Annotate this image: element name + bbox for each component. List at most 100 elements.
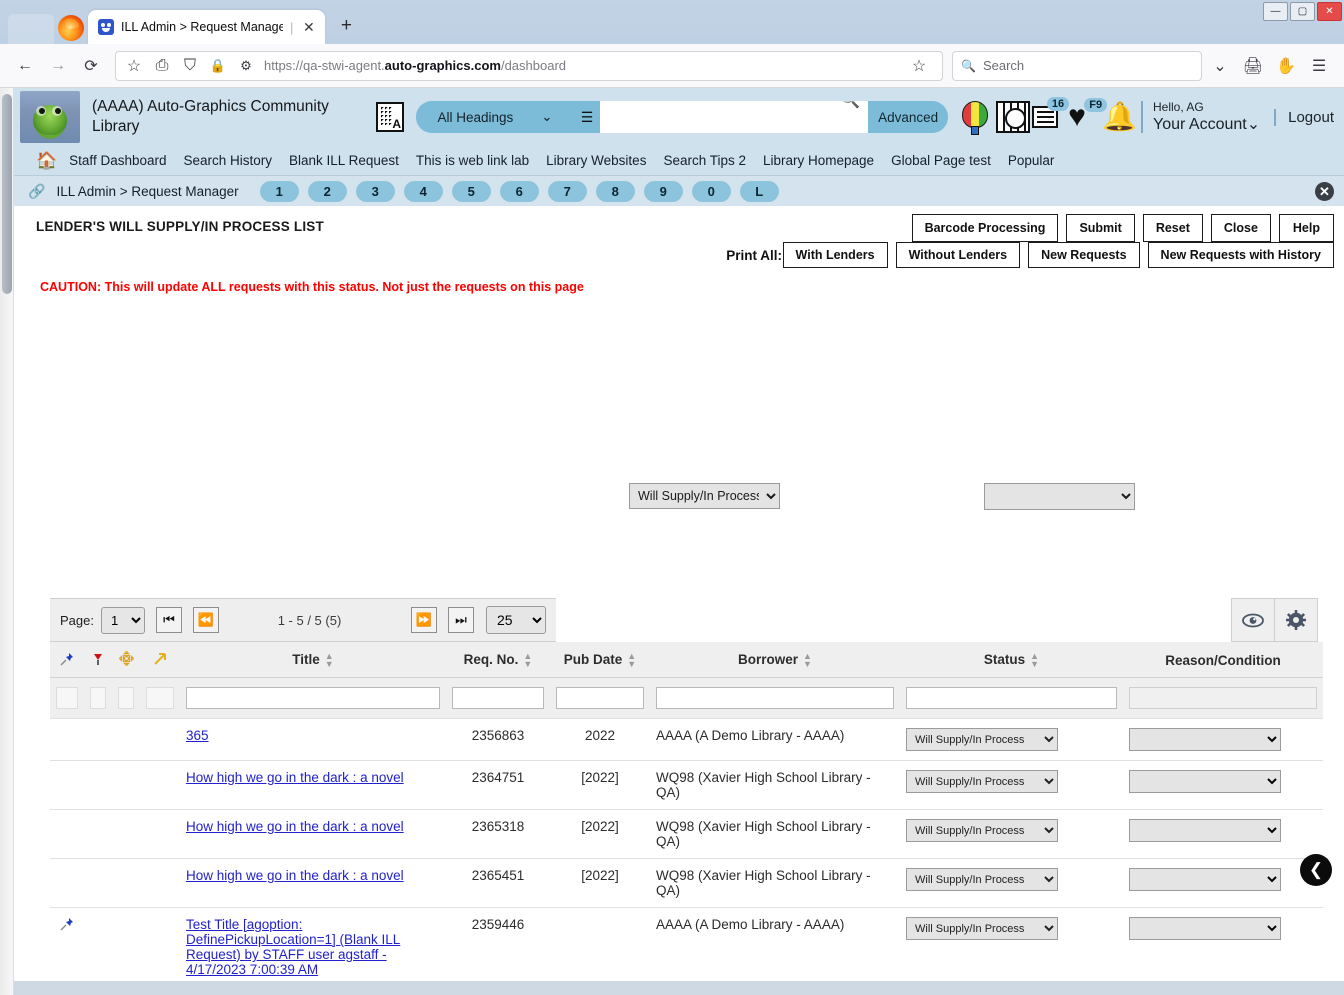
nav-item-web-link-lab[interactable]: This is web link lab	[416, 153, 529, 168]
row-pin-cell[interactable]	[50, 907, 84, 987]
column-header-status[interactable]: Status ▲ ▼	[900, 642, 1123, 678]
title-link[interactable]: Test Title [agoption: DefinePickupLocati…	[186, 917, 400, 977]
row-pin-cell[interactable]	[50, 760, 84, 810]
row-status-select[interactable]: Will Supply/In Process	[906, 770, 1058, 793]
row-reason-select[interactable]	[1129, 770, 1281, 793]
row-arrow-cell[interactable]	[140, 907, 180, 987]
quickkey-pill-6[interactable]: 6	[499, 180, 539, 202]
quickkey-pill-4[interactable]: 4	[403, 180, 443, 202]
window-maximize-button[interactable]: ▢	[1290, 2, 1315, 21]
last-page-icon[interactable]: ⏭	[448, 607, 474, 633]
title-link[interactable]: How high we go in the dark : a novel	[186, 819, 404, 834]
collapse-panel-icon[interactable]: ❮	[1300, 854, 1332, 886]
nav-item-staff-dashboard[interactable]: Staff Dashboard	[69, 153, 166, 168]
notifications-bell-icon[interactable]: 🔔	[1102, 103, 1137, 131]
tab-close-icon[interactable]: ✕	[300, 19, 317, 36]
row-status-select[interactable]: Will Supply/In Process	[906, 728, 1058, 751]
page-vertical-scrollbar[interactable]	[0, 88, 14, 995]
row-move-cell[interactable]	[112, 809, 140, 859]
downloads-icon[interactable]: ⌄	[1205, 51, 1235, 81]
table-row[interactable]: How high we go in the dark : a novel 236…	[50, 760, 1323, 810]
browser-menu-icon[interactable]: ☰	[1304, 51, 1334, 81]
row-flag-cell[interactable]	[84, 809, 112, 859]
row-flag-cell[interactable]	[84, 760, 112, 810]
reload-icon[interactable]: ⟳	[76, 51, 106, 81]
reset-button[interactable]: Reset	[1142, 214, 1203, 242]
title-link[interactable]: How high we go in the dark : a novel	[186, 770, 404, 785]
row-flag-cell[interactable]	[84, 858, 112, 908]
filter-input-title[interactable]	[186, 687, 440, 709]
column-header-title[interactable]: Title ▲ ▼	[180, 642, 446, 678]
row-reason-select[interactable]	[1129, 819, 1281, 842]
page-select-top[interactable]: 1	[100, 606, 145, 634]
nav-item-global-page-test[interactable]: Global Page test	[891, 153, 991, 168]
address-star-icon[interactable]: ☆	[904, 51, 934, 81]
row-reason-select[interactable]	[1129, 728, 1281, 751]
lock-icon[interactable]: 🔒	[208, 51, 228, 81]
close-button[interactable]: Close	[1210, 214, 1271, 242]
row-arrow-cell[interactable]	[140, 718, 180, 761]
row-pin-cell[interactable]	[50, 858, 84, 908]
column-header-req-no[interactable]: Req. No. ▲ ▼	[446, 642, 550, 678]
window-minimize-button[interactable]: —	[1263, 2, 1288, 21]
table-row[interactable]: How high we go in the dark : a novel 236…	[50, 858, 1323, 908]
nav-item-library-websites[interactable]: Library Websites	[546, 153, 646, 168]
quickkey-pill-0[interactable]: 0	[691, 180, 731, 202]
my-lists-icon[interactable]: 16	[1030, 97, 1070, 134]
quickkey-pill-7[interactable]: 7	[547, 180, 587, 202]
filter-input-req-no[interactable]	[452, 687, 544, 709]
extension-icon[interactable]: ✋	[1271, 51, 1301, 81]
previous-page-icon[interactable]: ⏪	[192, 607, 219, 633]
quickkey-pill-2[interactable]: 2	[307, 180, 347, 202]
gear-icon[interactable]	[1274, 598, 1318, 642]
row-pin-cell[interactable]	[50, 809, 84, 859]
print-with-lenders-button[interactable]: With Lenders	[782, 242, 888, 268]
row-flag-cell[interactable]	[84, 907, 112, 987]
orange-move-icon[interactable]	[112, 642, 140, 678]
row-move-cell[interactable]	[112, 760, 140, 810]
bookmark-star-icon[interactable]: ☆	[124, 51, 144, 81]
barcode-processing-button[interactable]: Barcode Processing	[911, 214, 1059, 242]
quickkey-pill-3[interactable]: 3	[355, 180, 395, 202]
archive-search-icon[interactable]	[996, 101, 1031, 133]
back-icon[interactable]: ←	[10, 51, 40, 81]
column-header-reason-condition[interactable]: Reason/Condition	[1123, 642, 1323, 678]
row-move-cell[interactable]	[112, 907, 140, 987]
heading-select[interactable]: All Headings ⌄	[416, 101, 574, 133]
close-icon[interactable]: ✕	[1315, 182, 1334, 201]
database-icon[interactable]: ☰	[574, 101, 600, 133]
row-arrow-cell[interactable]	[140, 858, 180, 908]
row-reason-select[interactable]	[1129, 917, 1281, 940]
table-row[interactable]: Test Title [agoption: DefinePickupLocati…	[50, 907, 1323, 987]
favorites-heart-icon[interactable]: F9	[1068, 98, 1108, 134]
quickkey-pill-l[interactable]: L	[739, 180, 779, 202]
nav-item-search-tips-2[interactable]: Search Tips 2	[663, 153, 746, 168]
print-icon[interactable]: 🖨	[1238, 51, 1268, 81]
browser-search-bar[interactable]: 🔍 Search	[952, 50, 1202, 81]
browser-tab[interactable]: ILL Admin > Request Manager | ✕	[88, 10, 326, 44]
row-reason-select[interactable]	[1129, 868, 1281, 891]
advanced-search-button[interactable]: Advanced	[868, 101, 949, 133]
row-pin-cell[interactable]	[50, 718, 84, 761]
row-arrow-cell[interactable]	[140, 760, 180, 810]
print-without-lenders-button[interactable]: Without Lenders	[895, 242, 1021, 268]
column-header-borrower[interactable]: Borrower ▲ ▼	[650, 642, 900, 678]
page-size-select-top[interactable]: 25	[486, 606, 546, 634]
quickkey-pill-9[interactable]: 9	[643, 180, 683, 202]
quickkey-pill-5[interactable]: 5	[451, 180, 491, 202]
red-pushpin-icon[interactable]	[84, 642, 112, 678]
home-icon[interactable]: 🏠	[36, 151, 57, 171]
pocket-save-icon[interactable]: ⎙	[152, 51, 172, 81]
row-status-select[interactable]: Will Supply/In Process	[906, 819, 1058, 842]
row-move-cell[interactable]	[112, 858, 140, 908]
account-menu[interactable]: Hello, AG Your Account⌄	[1141, 100, 1270, 134]
shield-icon[interactable]: ⛉	[180, 51, 200, 81]
nav-item-popular[interactable]: Popular	[1008, 153, 1055, 168]
row-flag-cell[interactable]	[84, 718, 112, 761]
title-link[interactable]: How high we go in the dark : a novel	[186, 868, 404, 883]
site-permissions-icon[interactable]: ⚙	[236, 51, 256, 81]
filter-input-status[interactable]	[906, 687, 1117, 709]
forward-icon[interactable]: →	[43, 51, 73, 81]
column-header-pub-date[interactable]: Pub Date ▲ ▼	[550, 642, 650, 678]
print-new-requests-button[interactable]: New Requests	[1028, 242, 1140, 268]
